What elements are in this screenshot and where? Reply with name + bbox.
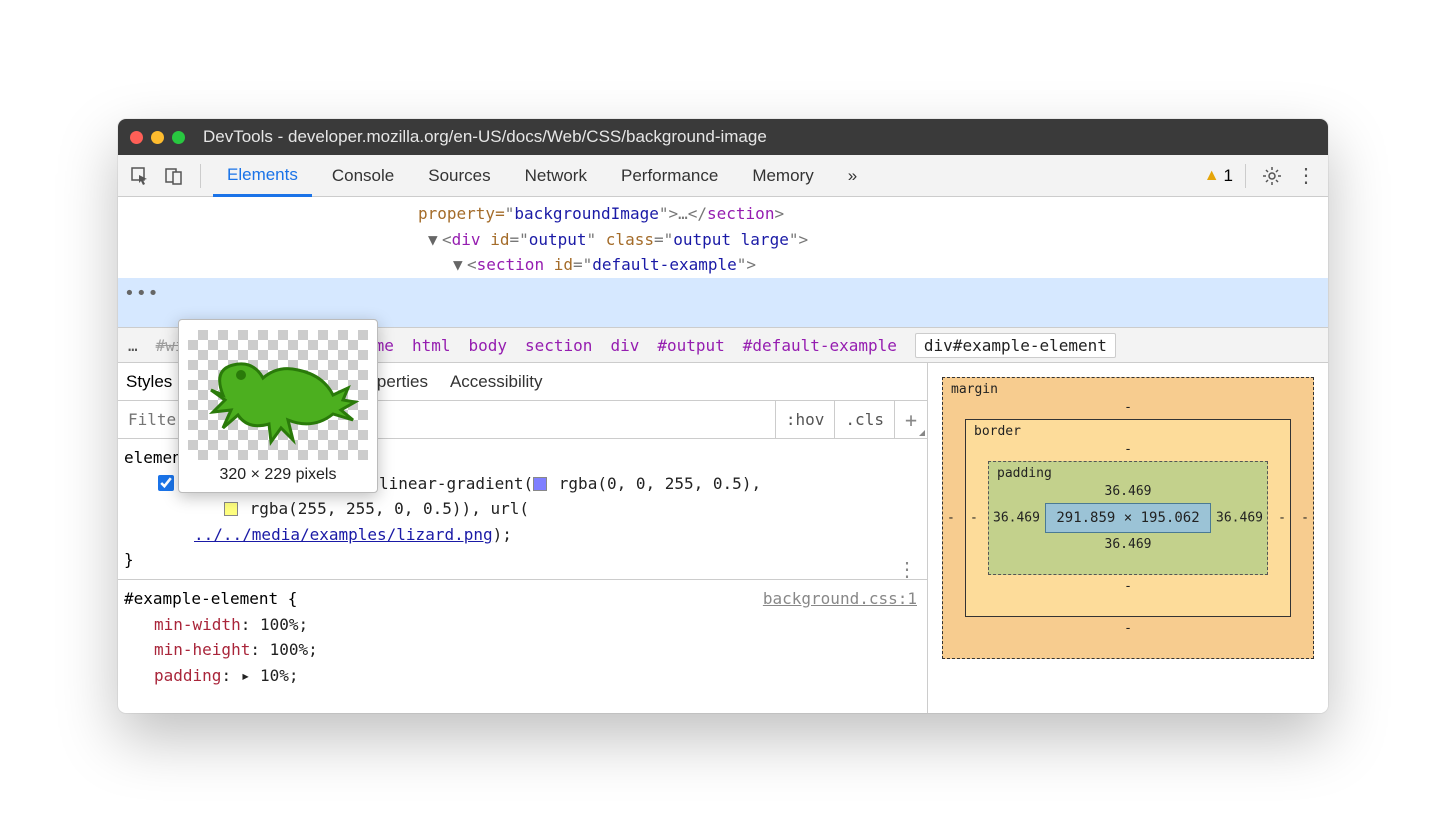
tab-memory[interactable]: Memory xyxy=(738,155,827,196)
dom-tree[interactable]: property="backgroundImage">…</section> ▼… xyxy=(118,197,1328,327)
tab-console[interactable]: Console xyxy=(318,155,408,196)
tab-elements[interactable]: Elements xyxy=(213,156,312,197)
css-property[interactable]: min-width xyxy=(154,615,241,634)
crumb[interactable]: section xyxy=(525,336,592,355)
source-link[interactable]: background.css:1 xyxy=(763,586,917,612)
inspect-icon[interactable] xyxy=(126,162,154,190)
expand-dots-icon[interactable]: ••• xyxy=(124,280,160,309)
color-swatch-icon[interactable] xyxy=(533,477,547,491)
box-model-margin[interactable]: margin - - - border - - - padding 36.469… xyxy=(942,377,1314,659)
image-preview-thumbnail xyxy=(188,330,368,460)
box-model-panel: margin - - - border - - - padding 36.469… xyxy=(928,363,1328,713)
tab-network[interactable]: Network xyxy=(511,155,601,196)
devtools-window: DevTools - developer.mozilla.org/en-US/d… xyxy=(118,119,1328,713)
dom-line[interactable]: ▼<div id="output" class="output large"> xyxy=(118,227,1328,253)
settings-icon[interactable] xyxy=(1258,162,1286,190)
crumb[interactable]: div xyxy=(610,336,639,355)
url-link[interactable]: ../../media/examples/lizard.png xyxy=(194,525,493,544)
dom-line[interactable]: property="backgroundImage">…</section> xyxy=(118,201,1328,227)
box-model-border[interactable]: border - - - padding 36.469 36.469 36.46… xyxy=(965,419,1291,617)
more-actions-icon[interactable]: ⋮ xyxy=(897,565,917,573)
tabs-overflow[interactable]: » xyxy=(834,155,871,196)
minimize-window-icon[interactable] xyxy=(151,131,164,144)
subtab-styles[interactable]: Styles xyxy=(126,372,172,392)
crumb-overflow[interactable]: … xyxy=(128,336,138,355)
crumb[interactable]: #output xyxy=(657,336,724,355)
warning-icon: ▲ xyxy=(1204,167,1220,185)
css-property[interactable]: padding xyxy=(154,666,221,685)
crumb[interactable]: html xyxy=(412,336,451,355)
box-model-padding[interactable]: padding 36.469 36.469 36.469 291.859 × 1… xyxy=(988,461,1268,575)
css-rule-example-element[interactable]: background.css:1 #example-element { min-… xyxy=(118,580,927,694)
box-model-content[interactable]: 291.859 × 195.062 xyxy=(1045,503,1210,533)
cls-toggle[interactable]: .cls xyxy=(834,401,894,438)
css-property[interactable]: min-height xyxy=(154,640,250,659)
selector-text[interactable]: #example-element xyxy=(124,589,278,608)
more-icon[interactable]: ⋮ xyxy=(1292,162,1320,190)
device-toolbar-icon[interactable] xyxy=(160,162,188,190)
crumb[interactable]: body xyxy=(468,336,507,355)
image-dimensions: 320 × 229 pixels xyxy=(179,466,377,484)
new-style-rule-button[interactable]: + xyxy=(894,401,927,438)
warnings-count: 1 xyxy=(1224,166,1233,186)
titlebar: DevTools - developer.mozilla.org/en-US/d… xyxy=(118,119,1328,155)
traffic-lights xyxy=(130,131,185,144)
warnings-badge[interactable]: ▲ 1 xyxy=(1204,166,1233,186)
crumb[interactable]: #default-example xyxy=(743,336,897,355)
close-window-icon[interactable] xyxy=(130,131,143,144)
tab-sources[interactable]: Sources xyxy=(414,155,504,196)
subtab-accessibility[interactable]: Accessibility xyxy=(450,372,543,392)
window-title: DevTools - developer.mozilla.org/en-US/d… xyxy=(203,127,767,147)
main-toolbar: Elements Console Sources Network Perform… xyxy=(118,155,1328,197)
color-swatch-icon[interactable] xyxy=(224,502,238,516)
zoom-window-icon[interactable] xyxy=(172,131,185,144)
dom-line[interactable]: ▼<section id="default-example"> xyxy=(118,252,1328,278)
property-toggle-checkbox[interactable] xyxy=(158,475,174,491)
crumb-current[interactable]: div#example-element xyxy=(915,333,1116,358)
hov-toggle[interactable]: :hov xyxy=(775,401,835,438)
tab-performance[interactable]: Performance xyxy=(607,155,732,196)
image-preview-tooltip: 320 × 229 pixels xyxy=(178,319,378,493)
